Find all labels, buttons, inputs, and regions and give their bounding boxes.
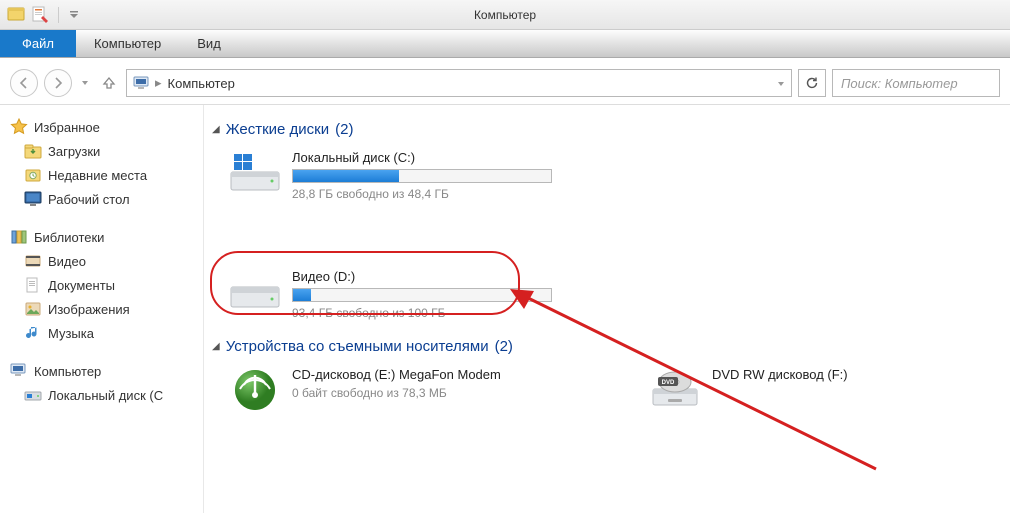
group-label: Устройства со съемными носителями bbox=[226, 338, 489, 355]
title-bar: Компьютер bbox=[0, 0, 1010, 30]
megafon-modem-icon bbox=[228, 367, 282, 413]
sidebar-label: Музыка bbox=[48, 326, 94, 341]
tab-file[interactable]: Файл bbox=[0, 30, 76, 57]
sidebar-label: Изображения bbox=[48, 302, 130, 317]
drive-e[interactable]: CD-дисковод (E:) MegaFon Modem 0 байт св… bbox=[224, 363, 544, 417]
forward-button[interactable] bbox=[44, 69, 72, 97]
content-pane: ◢ Жесткие диски (2) bbox=[204, 105, 1010, 513]
nav-bar: ▸ Компьютер Поиск: Компьютер bbox=[0, 66, 1010, 100]
drive-name: DVD RW дисковод (F:) bbox=[712, 367, 848, 382]
chevron-right-icon[interactable]: ▸ bbox=[155, 75, 162, 91]
collapse-icon: ◢ bbox=[212, 124, 220, 135]
drive-subtext: 0 байт свободно из 78,3 МБ bbox=[292, 386, 540, 400]
hdd-windows-icon bbox=[228, 150, 282, 196]
computer-icon bbox=[10, 362, 28, 380]
sidebar-label: Загрузки bbox=[48, 144, 100, 159]
window-title: Компьютер bbox=[474, 8, 536, 22]
group-count: (2) bbox=[495, 338, 513, 355]
search-input[interactable]: Поиск: Компьютер bbox=[832, 69, 1000, 97]
video-icon bbox=[24, 252, 42, 270]
sidebar-item-computer[interactable]: Компьютер bbox=[6, 359, 197, 383]
hdd-drives: Локальный диск (C:) 28,8 ГБ свободно из … bbox=[224, 146, 1002, 324]
recent-icon bbox=[24, 166, 42, 184]
sidebar-item-downloads[interactable]: Загрузки bbox=[6, 139, 197, 163]
music-icon bbox=[24, 324, 42, 342]
app-icon bbox=[6, 5, 26, 25]
sidebar-item-pictures[interactable]: Изображения bbox=[6, 297, 197, 321]
drive-d[interactable]: Видео (D:) 93,4 ГБ свободно из 100 ГБ bbox=[224, 265, 584, 324]
dvd-drive-icon: DVD bbox=[648, 367, 702, 413]
favorites-icon bbox=[10, 118, 28, 136]
drive-subtext: 93,4 ГБ свободно из 100 ГБ bbox=[292, 306, 580, 320]
hdd-icon bbox=[228, 269, 282, 315]
navigation-pane: Избранное Загрузки Недавние места Рабочи… bbox=[0, 105, 204, 513]
sidebar-item-libraries[interactable]: Библиотеки bbox=[6, 225, 197, 249]
capacity-bar bbox=[292, 288, 552, 302]
collapse-icon: ◢ bbox=[212, 341, 220, 352]
downloads-icon bbox=[24, 142, 42, 160]
sidebar-group-favorites: Избранное Загрузки Недавние места Рабочи… bbox=[6, 115, 197, 211]
sidebar-item-favorites[interactable]: Избранное bbox=[6, 115, 197, 139]
refresh-button[interactable] bbox=[798, 69, 826, 97]
libraries-icon bbox=[10, 228, 28, 246]
sidebar-item-music[interactable]: Музыка bbox=[6, 321, 197, 345]
group-count: (2) bbox=[335, 121, 353, 138]
capacity-bar bbox=[292, 169, 552, 183]
svg-text:DVD: DVD bbox=[662, 380, 675, 386]
sidebar-label: Компьютер bbox=[34, 364, 101, 379]
removable-drives: CD-дисковод (E:) MegaFon Modem 0 байт св… bbox=[224, 363, 1002, 417]
sidebar-item-documents[interactable]: Документы bbox=[6, 273, 197, 297]
explorer-body: Избранное Загрузки Недавние места Рабочи… bbox=[0, 105, 1010, 513]
tab-computer[interactable]: Компьютер bbox=[76, 30, 179, 57]
drive-name: Локальный диск (C:) bbox=[292, 150, 580, 165]
drive-f[interactable]: DVD DVD RW дисковод (F:) bbox=[644, 363, 964, 417]
sidebar-item-desktop[interactable]: Рабочий стол bbox=[6, 187, 197, 211]
address-bar[interactable]: ▸ Компьютер bbox=[126, 69, 792, 97]
history-dropdown-icon[interactable] bbox=[78, 79, 92, 87]
ribbon-tabs: Файл Компьютер Вид bbox=[0, 30, 1010, 58]
pictures-icon bbox=[24, 300, 42, 318]
desktop-icon bbox=[24, 190, 42, 208]
sidebar-item-recent[interactable]: Недавние места bbox=[6, 163, 197, 187]
drive-c[interactable]: Локальный диск (C:) 28,8 ГБ свободно из … bbox=[224, 146, 584, 205]
sidebar-label: Локальный диск (C bbox=[48, 388, 163, 403]
drive-name: Видео (D:) bbox=[292, 269, 580, 284]
sidebar-label: Рабочий стол bbox=[48, 192, 130, 207]
sidebar-group-libraries: Библиотеки Видео Документы Изображения bbox=[6, 225, 197, 345]
group-header-hdd[interactable]: ◢ Жесткие диски (2) bbox=[212, 121, 1002, 138]
qat-dropdown-icon[interactable] bbox=[67, 5, 81, 25]
back-button[interactable] bbox=[10, 69, 38, 97]
tab-view[interactable]: Вид bbox=[179, 30, 239, 57]
breadcrumb-item[interactable]: Компьютер bbox=[168, 76, 235, 91]
drive-name: CD-дисковод (E:) MegaFon Modem bbox=[292, 367, 540, 382]
sidebar-item-localdisk[interactable]: Локальный диск (C bbox=[6, 383, 197, 407]
separator bbox=[58, 7, 59, 23]
quick-access-toolbar bbox=[6, 5, 81, 25]
sidebar-item-video[interactable]: Видео bbox=[6, 249, 197, 273]
chevron-down-icon[interactable] bbox=[777, 76, 785, 91]
group-header-removable[interactable]: ◢ Устройства со съемными носителями (2) bbox=[212, 338, 1002, 355]
properties-icon[interactable] bbox=[30, 5, 50, 25]
sidebar-label: Недавние места bbox=[48, 168, 147, 183]
sidebar-label: Видео bbox=[48, 254, 86, 269]
group-label: Жесткие диски bbox=[226, 121, 329, 138]
sidebar-label: Документы bbox=[48, 278, 115, 293]
computer-icon bbox=[133, 75, 149, 91]
sidebar-group-computer: Компьютер Локальный диск (C bbox=[6, 359, 197, 407]
localdisk-icon bbox=[24, 386, 42, 404]
sidebar-label: Библиотеки bbox=[34, 230, 104, 245]
sidebar-label: Избранное bbox=[34, 120, 100, 135]
capacity-fill bbox=[293, 170, 399, 182]
capacity-fill bbox=[293, 289, 311, 301]
drive-subtext: 28,8 ГБ свободно из 48,4 ГБ bbox=[292, 187, 580, 201]
up-button[interactable] bbox=[98, 72, 120, 94]
documents-icon bbox=[24, 276, 42, 294]
